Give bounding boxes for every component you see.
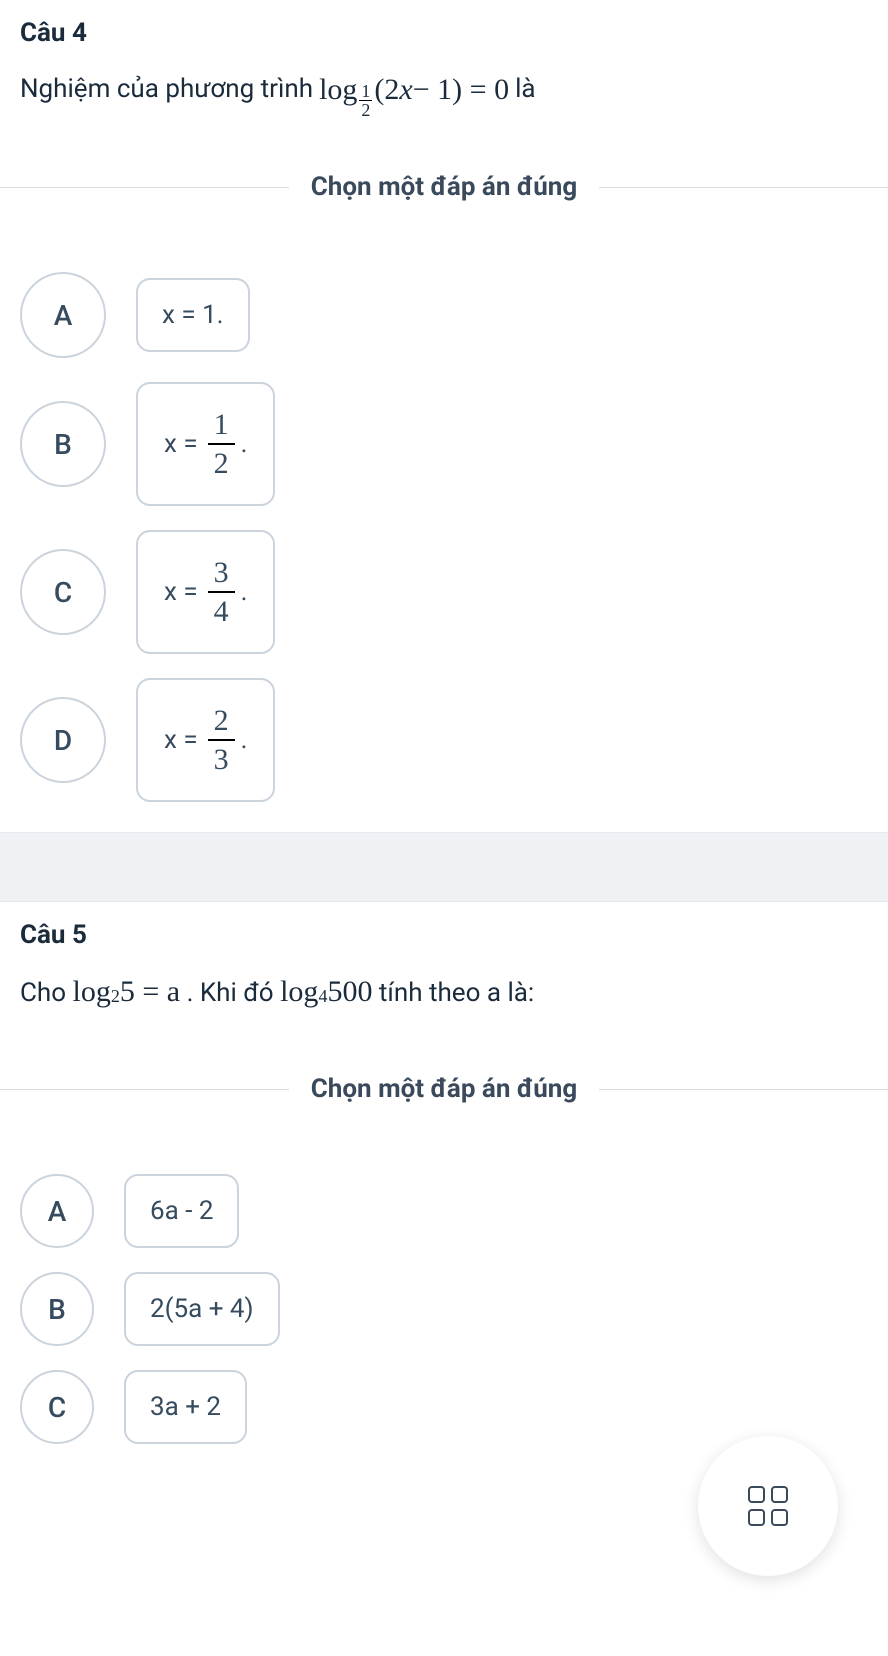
q5-eq1-rest: 5 = a (120, 968, 180, 1016)
q4-instruction-divider: Chọn một đáp án đúng (0, 172, 888, 202)
q4-option-b-row: B x = 1 2 . (20, 382, 868, 506)
log-var: x (399, 66, 412, 114)
q5-option-b-row: B 2(5a + 4) (20, 1272, 868, 1346)
q5-eq2-sub: 4 (318, 982, 327, 1011)
divider-line-right (599, 187, 888, 188)
q5-option-a-letter[interactable]: A (20, 1174, 94, 1248)
q4-option-b-letter[interactable]: B (20, 401, 106, 487)
divider-line-right-2 (599, 1089, 888, 1090)
q4-option-a-row: A x = 1. (20, 272, 868, 358)
q4-c-num: 3 (208, 556, 235, 593)
log-arg-close: − 1) = 0 (413, 66, 509, 114)
log-subscript-fraction: 1 2 (359, 82, 372, 119)
q5-eq2: log 4 500 (280, 968, 372, 1016)
q4-d-suffix: . (241, 725, 248, 755)
q4-c-fraction: 3 4 (208, 556, 235, 628)
q4-b-prefix: x = (164, 429, 198, 459)
q4-option-a-letter[interactable]: A (20, 272, 106, 358)
q5-b-text: 2(5a + 4) (150, 1294, 254, 1324)
grid-icon (748, 1486, 788, 1526)
q5-instruction: Chọn một đáp án đúng (289, 1074, 599, 1104)
q4-d-den: 3 (208, 741, 235, 776)
question-5-title: Câu 5 (20, 920, 868, 950)
q5-option-c-letter[interactable]: C (20, 1370, 94, 1444)
q4-b-num: 1 (208, 408, 235, 445)
q4-b-den: 2 (208, 445, 235, 480)
q4-option-d-row: D x = 2 3 . (20, 678, 868, 802)
grid-menu-button[interactable] (698, 1436, 838, 1576)
question-4-text: Nghiệm của phương trình log 1 2 (2 x − 1… (20, 66, 868, 114)
divider-line-left-2 (0, 1089, 289, 1090)
question-4-title: Câu 4 (20, 18, 868, 48)
question-4-block: Câu 4 Nghiệm của phương trình log 1 2 (2… (0, 0, 888, 144)
q4-option-c-content[interactable]: x = 3 4 . (136, 530, 275, 654)
q4-d-num: 2 (208, 704, 235, 741)
q5-mid: . Khi đó (187, 978, 274, 1008)
q5-option-b-letter[interactable]: B (20, 1272, 94, 1346)
q4-c-den: 4 (208, 593, 235, 628)
q4-d-prefix: x = (164, 725, 198, 755)
q5-option-a-content[interactable]: 6a - 2 (124, 1174, 239, 1248)
q5-c-text: 3a + 2 (150, 1392, 221, 1422)
q5-cho: Cho (20, 978, 66, 1008)
q4-option-d-content[interactable]: x = 2 3 . (136, 678, 275, 802)
question-5-block: Câu 5 Cho log 2 5 = a . Khi đó log 4 500… (0, 902, 888, 1046)
log-arg-open: (2 (374, 66, 399, 114)
q4-option-c-letter[interactable]: C (20, 549, 106, 635)
divider-line-left (0, 187, 289, 188)
q4-options-list: A x = 1. B x = 1 2 . C x = 3 (20, 248, 868, 802)
q4-c-prefix: x = (164, 577, 198, 607)
q4-option-b-content[interactable]: x = 1 2 . (136, 382, 275, 506)
q5-options-list: A 6a - 2 B 2(5a + 4) C 3a + 2 (20, 1150, 868, 1444)
q4-text-before: Nghiệm của phương trình (20, 69, 313, 111)
q5-option-a-row: A 6a - 2 (20, 1174, 868, 1248)
q4-option-d-letter[interactable]: D (20, 697, 106, 783)
q4-option-c-row: C x = 3 4 . (20, 530, 868, 654)
sub-denominator: 2 (359, 101, 372, 119)
question-5-text: Cho log 2 5 = a . Khi đó log 4 500 tính … (20, 968, 868, 1016)
question-separator (0, 832, 888, 902)
q4-option-a-content[interactable]: x = 1. (136, 278, 250, 352)
q4-options: A x = 1. B x = 1 2 . C x = 3 (0, 230, 888, 832)
q4-equation: log 1 2 (2 x − 1) = 0 (319, 66, 509, 114)
q5-instruction-divider: Chọn một đáp án đúng (0, 1074, 888, 1104)
q4-b-fraction: 1 2 (208, 408, 235, 480)
q4-b-suffix: . (241, 429, 248, 459)
q5-option-c-content[interactable]: 3a + 2 (124, 1370, 247, 1444)
log-label: log (319, 66, 357, 114)
sub-numerator: 1 (359, 82, 372, 101)
q5-eq2-log: log (280, 968, 318, 1016)
q4-d-fraction: 2 3 (208, 704, 235, 776)
q5-eq1-sub: 2 (111, 982, 120, 1011)
q4-instruction: Chọn một đáp án đúng (289, 172, 599, 202)
q5-option-c-row: C 3a + 2 (20, 1370, 868, 1444)
q4-c-suffix: . (241, 577, 248, 607)
q4-text-after: là (515, 69, 535, 111)
q5-option-b-content[interactable]: 2(5a + 4) (124, 1272, 280, 1346)
q5-eq1: log 2 5 = a (73, 968, 181, 1016)
q5-eq1-log: log (73, 968, 111, 1016)
q5-a-text: 6a - 2 (150, 1196, 213, 1226)
q5-after: tính theo a là: (379, 978, 534, 1008)
q5-eq2-rest: 500 (327, 968, 372, 1016)
q4-option-a-text: x = 1. (162, 300, 224, 330)
